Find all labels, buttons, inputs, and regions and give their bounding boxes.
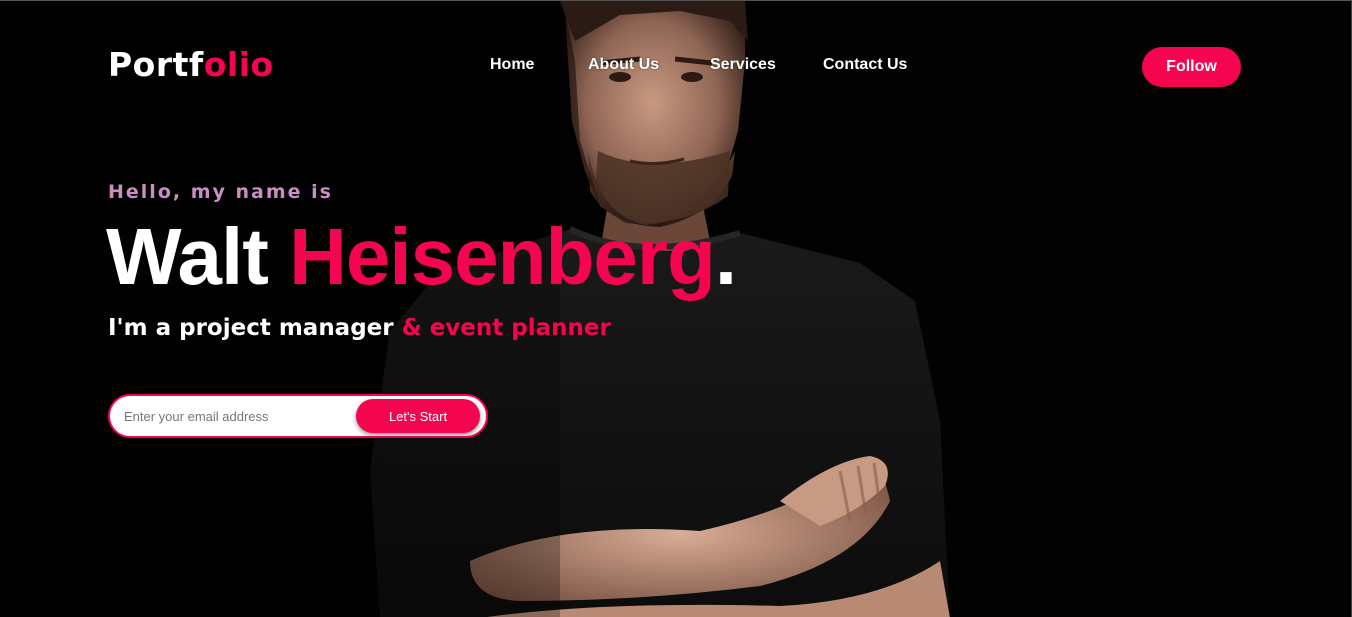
email-input[interactable] xyxy=(124,404,350,428)
nav-link-contact-us[interactable]: Contact Us xyxy=(823,56,907,74)
hero-page: Portfolio Home About Us Services Contact… xyxy=(0,0,1352,617)
hero-tagline: I'm a project manager & event planner xyxy=(108,315,611,341)
logo-text-white: Portf xyxy=(108,45,204,84)
lets-start-button[interactable]: Let's Start xyxy=(356,399,480,433)
hero-greeting: Hello, my name is xyxy=(108,181,333,203)
nav-link-home[interactable]: Home xyxy=(490,56,534,74)
last-name: Heisenberg xyxy=(289,212,716,301)
follow-button[interactable]: Follow xyxy=(1142,47,1241,87)
tagline-accent: & event planner xyxy=(401,315,611,341)
nav-link-services[interactable]: Services xyxy=(710,56,776,74)
hero-portrait-image xyxy=(0,1,950,617)
email-signup-form: Let's Start xyxy=(108,394,488,438)
tagline-main: I'm a project manager xyxy=(108,315,394,341)
logo[interactable]: Portfolio xyxy=(108,45,274,84)
logo-text-accent: olio xyxy=(203,45,274,84)
name-period: . xyxy=(714,212,737,301)
first-name: Walt xyxy=(106,212,269,301)
hero-name: Walt Heisenberg. xyxy=(106,209,737,305)
nav-link-about-us[interactable]: About Us xyxy=(588,56,659,74)
